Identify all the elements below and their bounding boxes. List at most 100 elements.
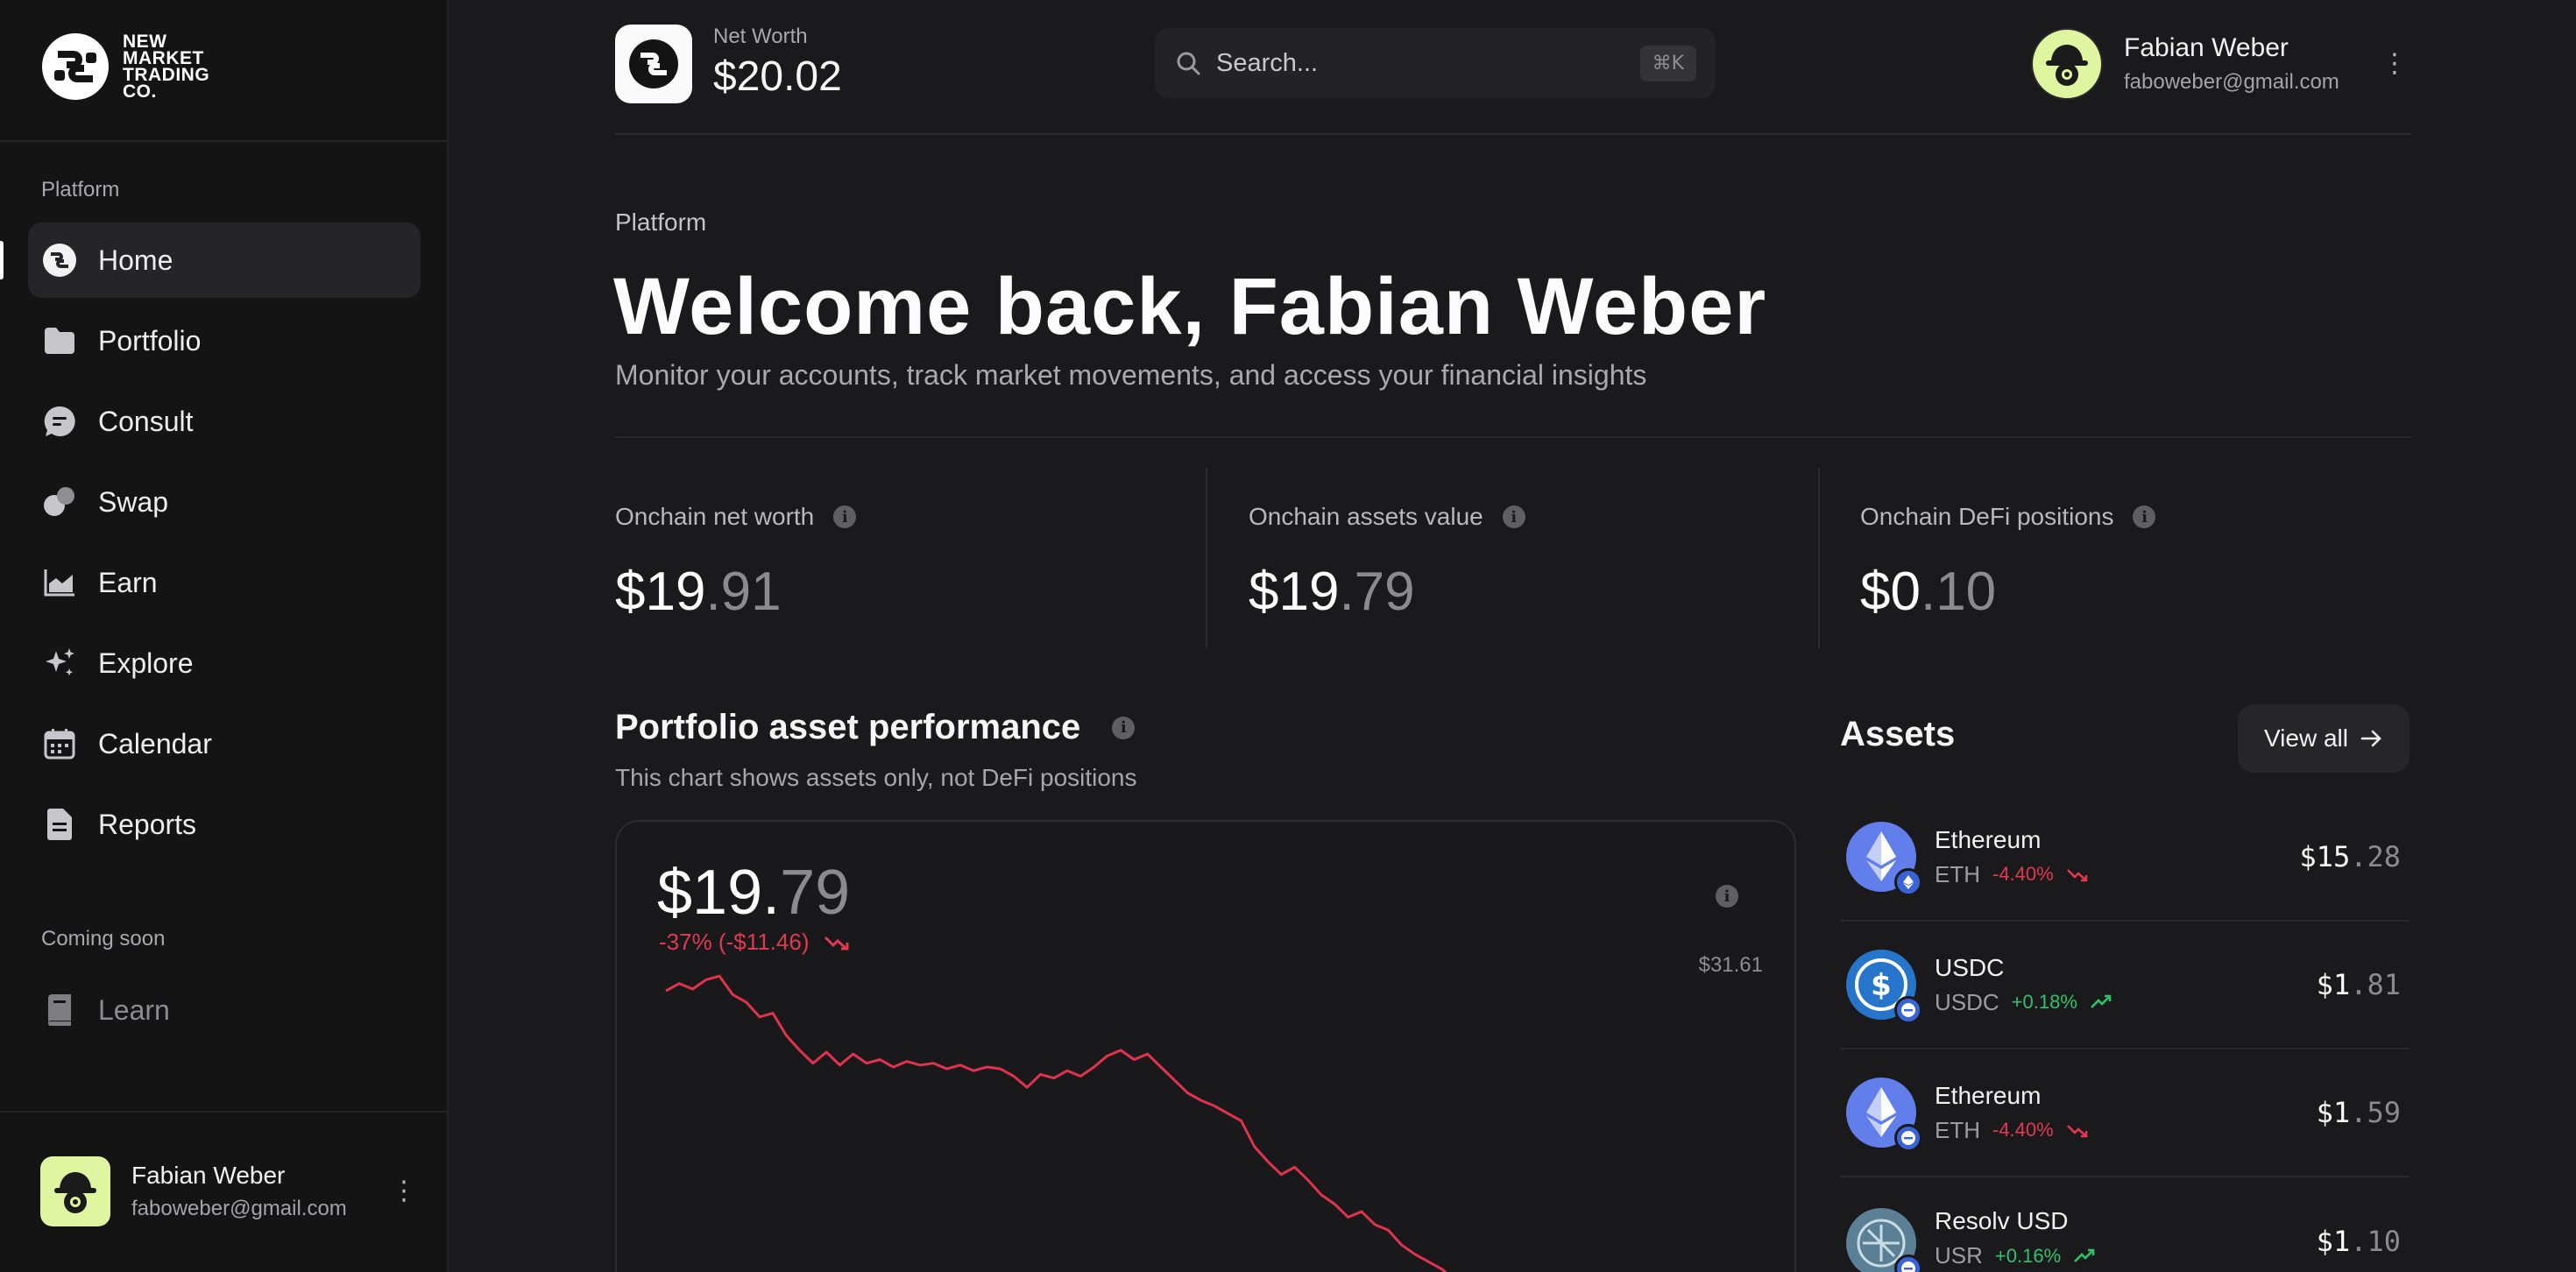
stat-value-whole: $19 (1249, 562, 1340, 622)
info-icon[interactable]: i (833, 505, 857, 528)
sidebar-item-swap[interactable]: Swap (28, 464, 421, 540)
info-icon[interactable]: i (2133, 505, 2156, 528)
sidebar-item-label: Calendar (98, 727, 212, 760)
trend-up-icon (2090, 994, 2112, 1008)
sparkles-icon (42, 646, 77, 681)
stat-divider (1206, 468, 1207, 648)
area-chart-icon (42, 565, 77, 600)
asset-row[interactable]: $ USDC USDC +0.18% $1.81 (1840, 922, 2410, 1049)
sidebar-item-home[interactable]: Home (28, 223, 421, 298)
asset-info: Resolv USD USR +0.16% (1935, 1207, 2096, 1269)
asset-value: $15.28 (2299, 840, 2401, 873)
brand-logo-icon (42, 33, 109, 100)
stat-value-cents: .10 (1920, 562, 1997, 622)
asset-value-cents: .28 (2350, 840, 2401, 873)
ethereum-icon (1845, 821, 1922, 896)
performance-title-text: Portfolio asset performance (615, 708, 1081, 746)
stat-value-whole: $0 (1860, 562, 1921, 622)
view-all-label: View all (2264, 724, 2348, 752)
stat-onchain-defi-positions: Onchain DeFi positions i $0.10 (1860, 468, 2156, 648)
chart-value-whole: $19. (657, 858, 781, 928)
sidebar-item-label: Portfolio (98, 324, 202, 357)
asset-value-whole: $1 (2316, 1225, 2351, 1258)
stat-value: $19.79 (1249, 561, 1525, 623)
asset-name: USDC (1935, 953, 2005, 981)
asset-value: $1.59 (2317, 1096, 2401, 1129)
asset-change: -4.40% (1992, 1119, 2054, 1141)
header-user-menu[interactable]: Fabian Weber faboweber@gmail.com ⋮ (2031, 28, 2408, 100)
trend-up-icon (2074, 1248, 2095, 1262)
net-worth-label: Net Worth (713, 25, 808, 48)
sidebar-user-info: Fabian Weber faboweber@gmail.com (131, 1162, 347, 1221)
header-logo[interactable] (615, 25, 692, 103)
active-indicator (0, 241, 4, 279)
sidebar-item-label: Reports (98, 808, 197, 840)
asset-row[interactable]: Resolv USD USR +0.16% $1.10 (1840, 1177, 2410, 1272)
asset-value-cents: .10 (2350, 1225, 2401, 1258)
sidebar-item-earn[interactable]: Earn (28, 545, 421, 620)
base-chain-icon (1894, 996, 1922, 1024)
asset-name: Ethereum (1935, 825, 2042, 853)
trend-down-icon (2066, 1125, 2088, 1138)
info-icon[interactable]: i (1112, 716, 1136, 739)
stat-value-cents: .79 (1339, 562, 1415, 622)
sidebar-item-learn[interactable]: Learn (28, 972, 421, 1048)
sidebar-item-explore[interactable]: Explore (28, 625, 421, 701)
trend-down-icon (824, 936, 848, 950)
chart-change-text: -37% (-$11.46) (659, 929, 810, 955)
asset-symbol: USDC (1935, 988, 1999, 1015)
asset-row[interactable]: Ethereum ETH -4.40% $15.28 (1840, 794, 2410, 922)
user-name: Fabian Weber (2124, 33, 2289, 62)
asset-meta: USR +0.16% (1935, 1242, 2096, 1269)
asset-change: +0.16% (1994, 1244, 2062, 1267)
book-icon (42, 993, 77, 1028)
header-divider (615, 133, 2411, 135)
brand-logo[interactable]: NEW MARKET TRADING CO. (40, 32, 209, 102)
avatar (2031, 28, 2103, 100)
user-email: faboweber@gmail.com (2124, 70, 2339, 94)
more-options-icon[interactable]: ⋮ (391, 1178, 417, 1205)
sidebar-user-card[interactable]: Fabian Weber faboweber@gmail.com ⋮ (40, 1156, 417, 1226)
usdc-icon: $ (1845, 949, 1922, 1024)
sidebar-item-label: Home (98, 244, 173, 276)
sidebar-item-label: Swap (98, 485, 169, 518)
section-label-platform: Platform (41, 178, 120, 201)
stat-value: $0.10 (1860, 561, 2155, 623)
view-all-button[interactable]: View all (2238, 704, 2410, 773)
swap-icon (42, 484, 77, 519)
sidebar-item-consult[interactable]: Consult (28, 384, 421, 459)
asset-value-whole: $15 (2299, 840, 2351, 873)
folder-icon (42, 323, 77, 358)
stat-label-text: Onchain net worth (615, 503, 815, 530)
stat-label: Onchain assets value i (1249, 503, 1525, 531)
search-bar[interactable]: ⌘K (1155, 28, 1716, 98)
info-icon[interactable]: i (1716, 885, 1738, 908)
asset-row[interactable]: Ethereum ETH -4.40% $1.59 (1840, 1049, 2410, 1177)
stat-label: Onchain net worth i (615, 503, 857, 531)
more-options-icon[interactable]: ⋮ (2381, 51, 2408, 77)
chart-current-value: $19.79 (657, 857, 850, 929)
sidebar-item-portfolio[interactable]: Portfolio (28, 303, 421, 378)
sidebar-item-label: Learn (98, 993, 170, 1026)
asset-change: +0.18% (2011, 991, 2077, 1013)
stat-label-text: Onchain assets value (1249, 503, 1483, 530)
brand-name-line: CO. (123, 81, 157, 102)
asset-name: Resolv USD (1935, 1207, 2069, 1234)
stat-value-cents: .91 (705, 562, 782, 622)
sidebar: NEW MARKET TRADING CO. Platform Home Por… (0, 0, 449, 1272)
search-input[interactable] (1216, 48, 1640, 78)
sidebar-item-reports[interactable]: Reports (28, 787, 421, 862)
sidebar-item-calendar[interactable]: Calendar (28, 706, 421, 781)
section-divider (615, 436, 2411, 438)
brand-name: NEW MARKET TRADING CO. (123, 32, 209, 102)
avatar-hat-icon (2046, 45, 2088, 86)
asset-symbol: ETH (1935, 860, 1980, 887)
avatar-hat-icon (54, 1172, 96, 1213)
asset-value-cents: .59 (2350, 1096, 2401, 1129)
breadcrumb[interactable]: Platform (615, 208, 706, 237)
sidebar-item-label: Explore (98, 647, 194, 679)
asset-value: $1.81 (2317, 968, 2401, 1001)
info-icon[interactable]: i (1502, 505, 1525, 528)
stat-value-whole: $19 (615, 562, 706, 622)
stat-onchain-assets-value: Onchain assets value i $19.79 (1249, 468, 1525, 648)
